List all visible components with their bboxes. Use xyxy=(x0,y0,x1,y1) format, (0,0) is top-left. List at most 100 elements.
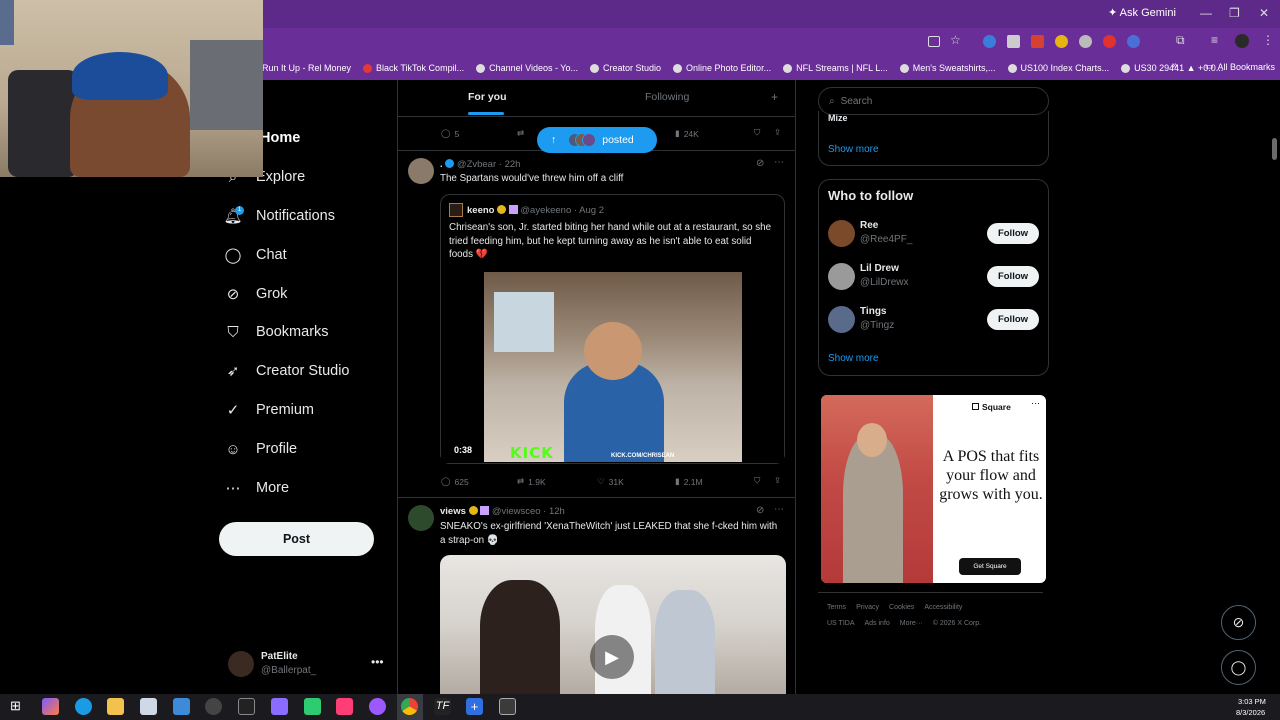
reply-button[interactable]: ◯ 625 xyxy=(441,476,469,487)
bookmark-button[interactable]: ⛉ xyxy=(754,475,760,486)
bookmark-item[interactable]: NFL Streams | NFL L... xyxy=(783,63,888,73)
footer-link[interactable]: Cookies xyxy=(889,604,914,611)
file-explorer-icon[interactable] xyxy=(107,698,124,715)
star-icon[interactable]: ☆ xyxy=(950,33,961,47)
grok-icon[interactable]: ⊘ xyxy=(756,505,764,516)
bookmark-button[interactable]: ⛉ xyxy=(754,127,760,138)
app-icon[interactable]: TF xyxy=(434,698,451,715)
clock-date[interactable]: 8/3/2026 xyxy=(1236,708,1265,717)
messages-fab-icon[interactable]: ◯ xyxy=(1221,650,1256,685)
bookmark-item[interactable]: Channel Videos - Yo... xyxy=(476,63,578,73)
extension-icon[interactable] xyxy=(1055,35,1068,48)
tweet-header[interactable]: views @viewsceo · 12h xyxy=(440,506,565,517)
tab-for-you[interactable]: For you xyxy=(468,91,507,103)
bookmark-item[interactable]: Run It Up - Rel Money xyxy=(262,63,351,73)
install-icon[interactable] xyxy=(928,36,940,47)
copilot-icon[interactable] xyxy=(42,698,59,715)
new-posts-pill[interactable]: ↑ posted xyxy=(537,127,657,153)
bookmark-item[interactable]: US100 Index Charts... xyxy=(1007,63,1109,73)
footer-link[interactable]: Ads info xyxy=(865,620,890,627)
extension-icon[interactable] xyxy=(1079,35,1092,48)
ad-more-icon[interactable]: ⋯ xyxy=(1031,398,1040,409)
nav-home[interactable]: Home xyxy=(260,130,300,146)
follow-button[interactable]: Follow xyxy=(987,223,1039,244)
show-more-link[interactable]: Show more xyxy=(828,144,879,155)
chevron-right-icon[interactable]: » xyxy=(1172,60,1178,71)
windows-start-icon[interactable]: ⊞ xyxy=(10,698,21,714)
extension-icon[interactable] xyxy=(1007,35,1020,48)
add-tab-button[interactable]: + xyxy=(771,90,778,104)
post-button[interactable]: Post xyxy=(219,522,374,556)
app-icon[interactable] xyxy=(304,698,321,715)
app-icon[interactable] xyxy=(499,698,516,715)
extension-icon[interactable] xyxy=(1103,35,1116,48)
edge-icon[interactable] xyxy=(75,698,92,715)
extension-icon[interactable] xyxy=(1031,35,1044,48)
nav-creator-studio[interactable]: ➶ Creator Studio xyxy=(224,362,350,380)
grok-fab-icon[interactable]: ⊘ xyxy=(1221,605,1256,640)
footer-link[interactable]: Accessibility xyxy=(924,604,962,611)
tab-following[interactable]: Following xyxy=(645,91,689,103)
tweet-header[interactable]: . @Zvbear · 22h xyxy=(440,159,520,170)
avatar[interactable] xyxy=(828,263,855,290)
follow-suggestion-name[interactable]: Tings xyxy=(860,306,886,317)
close-icon[interactable]: ✕ xyxy=(1259,6,1269,20)
minimize-icon[interactable]: — xyxy=(1200,6,1212,20)
scrollbar[interactable] xyxy=(1272,138,1277,160)
footer-link[interactable]: Privacy xyxy=(856,604,879,611)
epic-games-icon[interactable] xyxy=(238,698,255,715)
like-button[interactable]: ♡ 31K xyxy=(597,476,624,487)
store-icon[interactable] xyxy=(140,698,157,715)
share-button[interactable]: ⇪ xyxy=(774,475,781,486)
extension-icon[interactable] xyxy=(1127,35,1140,48)
share-button[interactable]: ⇪ xyxy=(774,127,781,138)
footer-link[interactable]: Terms xyxy=(827,604,846,611)
menu-icon[interactable]: ≡ xyxy=(1211,33,1218,47)
puzzle-icon[interactable]: ⧉ xyxy=(1176,33,1185,48)
play-icon[interactable]: ▶ xyxy=(590,635,634,679)
tiktok-icon[interactable] xyxy=(336,698,353,715)
follow-suggestion-name[interactable]: Lil Drew xyxy=(860,263,899,274)
clock-time[interactable]: 3:03 PM xyxy=(1238,697,1266,706)
avatar[interactable] xyxy=(408,505,434,531)
video-player[interactable]: ▶ xyxy=(440,555,786,695)
all-bookmarks[interactable]: ▭ All Bookmarks xyxy=(1205,61,1275,72)
account-name[interactable]: PatElite xyxy=(261,651,298,662)
bookmark-item[interactable]: Men's Sweatshirts,... xyxy=(899,63,996,73)
extension-icon[interactable] xyxy=(983,35,996,48)
repost-button[interactable]: ⇄ xyxy=(517,128,524,139)
steam-icon[interactable] xyxy=(205,698,222,715)
avatar[interactable] xyxy=(408,158,434,184)
views-button[interactable]: ▮ 2.1M xyxy=(675,476,703,487)
mail-icon[interactable] xyxy=(173,698,190,715)
more-icon[interactable]: ⋯ xyxy=(774,504,784,515)
square-ad[interactable]: Square ⋯ A POS that fits your flow and g… xyxy=(821,395,1046,583)
repost-button[interactable]: ⇄ 1.9K xyxy=(517,476,546,487)
follow-button[interactable]: Follow xyxy=(987,309,1039,330)
views-button[interactable]: ▮ 24K xyxy=(675,128,699,139)
kebab-menu-icon[interactable]: ⋮ xyxy=(1262,33,1274,47)
nav-chat[interactable]: ◯ Chat xyxy=(224,246,287,264)
plus-app-icon[interactable]: + xyxy=(466,698,483,715)
avatar[interactable] xyxy=(828,306,855,333)
restore-icon[interactable]: ❐ xyxy=(1229,6,1240,20)
profile-avatar-icon[interactable] xyxy=(1235,34,1249,48)
follow-suggestion-name[interactable]: Ree xyxy=(860,220,878,231)
reply-button[interactable]: ◯ 5 xyxy=(441,128,459,139)
video-player[interactable] xyxy=(484,272,742,462)
nav-premium[interactable]: ✓ Premium xyxy=(224,401,314,419)
avatar[interactable] xyxy=(828,220,855,247)
show-more-link[interactable]: Show more xyxy=(828,353,879,364)
bookmark-item[interactable]: Online Photo Editor... xyxy=(673,63,771,73)
bookmark-item[interactable]: Black TikTok Compil... xyxy=(363,63,464,73)
discord-icon[interactable] xyxy=(271,698,288,715)
nav-grok[interactable]: ⊘ Grok xyxy=(224,285,288,303)
app-icon[interactable] xyxy=(369,698,386,715)
nav-more[interactable]: ⋯ More xyxy=(224,479,290,497)
follow-button[interactable]: Follow xyxy=(987,266,1039,287)
trend-item[interactable]: Mize xyxy=(828,113,848,123)
more-icon[interactable]: ⋯ xyxy=(774,157,784,168)
account-more-icon[interactable]: ••• xyxy=(371,655,384,669)
footer-link[interactable]: More··· xyxy=(900,620,923,627)
chrome-icon[interactable] xyxy=(401,698,418,715)
